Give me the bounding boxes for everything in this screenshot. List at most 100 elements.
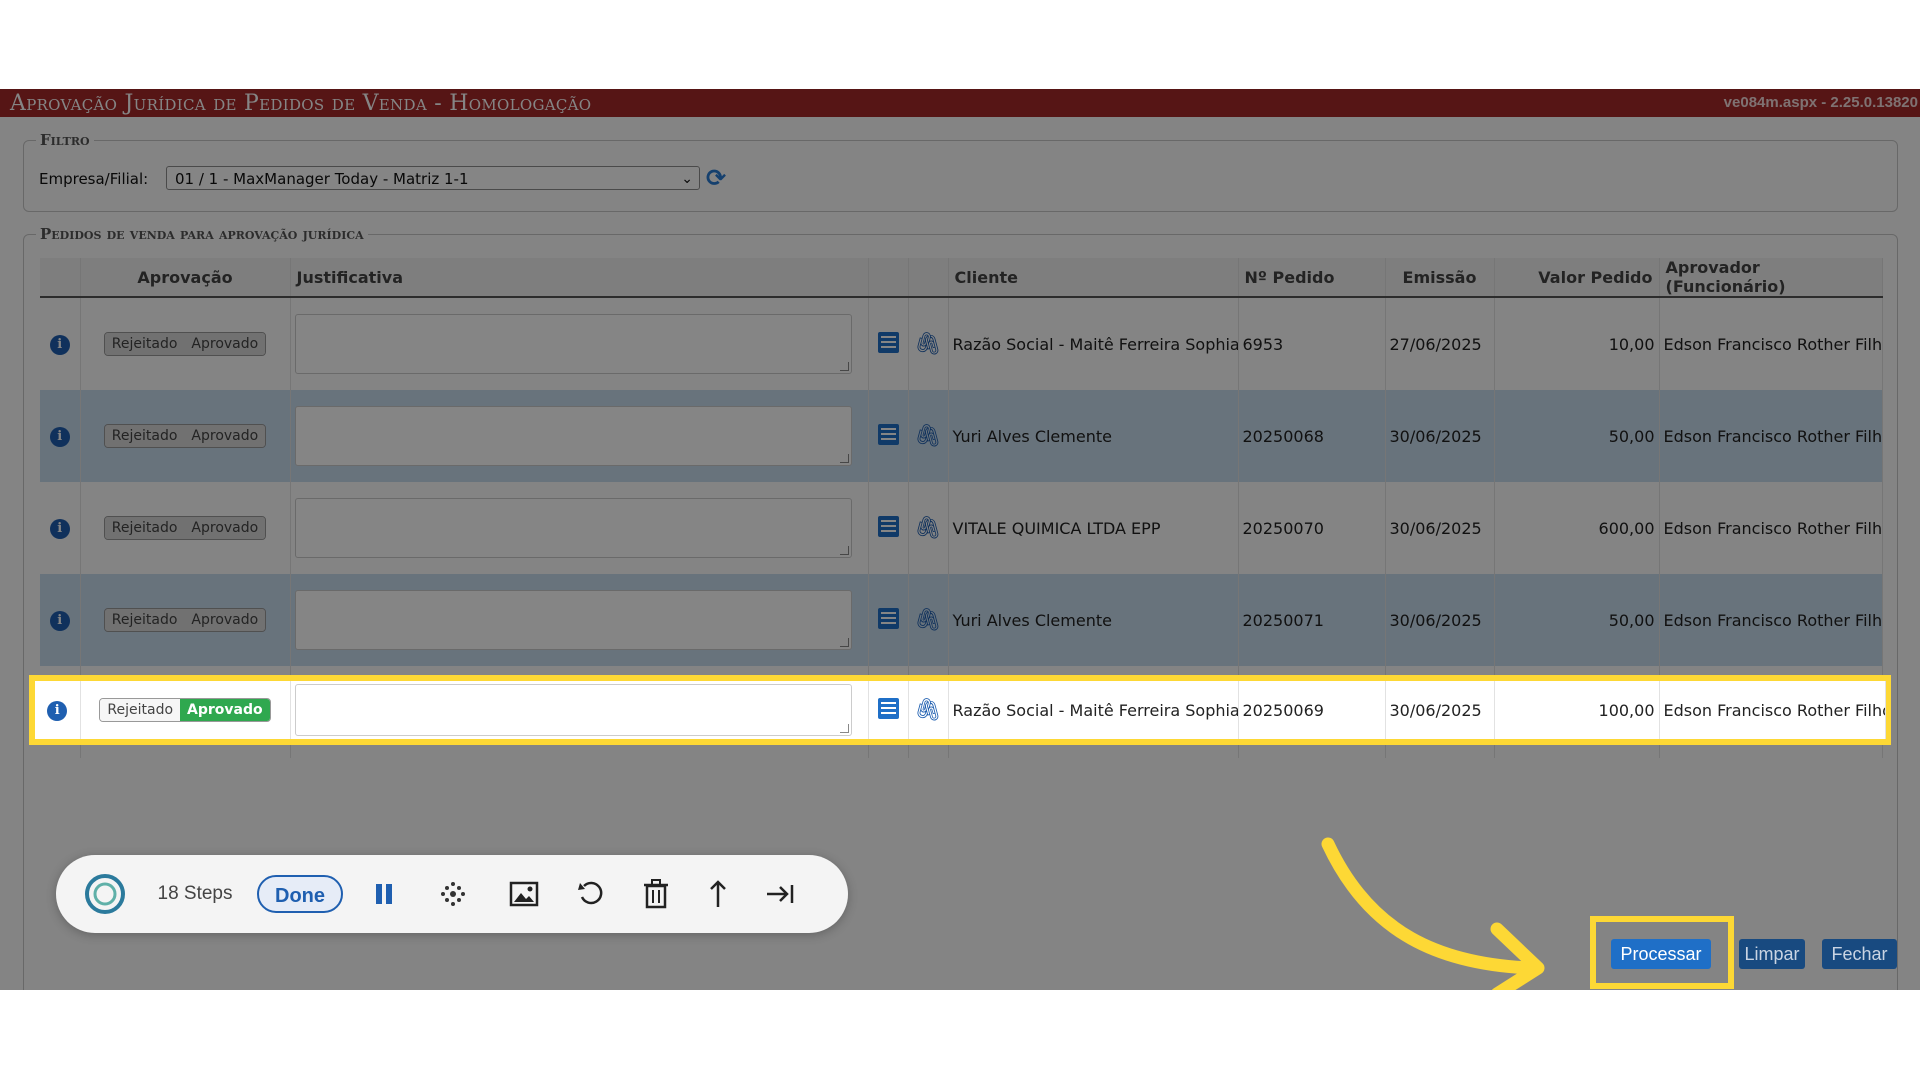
company-branch-value: 01 / 1 - MaxManager Today - Matriz 1-1 xyxy=(175,170,469,188)
table-row[interactable]: i Rejeitado Aprovado 🖇 Razão Social - Ma… xyxy=(40,297,1883,390)
col-header xyxy=(908,258,949,298)
reject-option[interactable]: Rejeitado xyxy=(104,333,185,355)
trash-icon[interactable] xyxy=(634,855,678,933)
approve-option[interactable]: Aprovado xyxy=(180,699,270,721)
table-row-selected[interactable]: i Rejeitado Aprovado 🖇 Razão Social - Ma… xyxy=(35,681,1886,739)
approval-cell: Rejeitado Aprovado xyxy=(80,390,291,482)
col-header xyxy=(40,258,81,298)
cliente-cell: Razão Social - Maitê Ferreira Sophia xyxy=(948,297,1239,390)
reject-option[interactable]: Rejeitado xyxy=(104,517,185,539)
info-icon[interactable]: i xyxy=(49,427,70,447)
valor-cell: 600,00 xyxy=(1494,482,1660,574)
justification-cell xyxy=(290,390,869,482)
justification-textarea[interactable] xyxy=(294,684,852,736)
aprovador-cell: Edson Francisco Rother Filho xyxy=(1659,390,1883,482)
valor-cell: 50,00 xyxy=(1494,390,1660,482)
recorder-toolbar: 18 Steps Done xyxy=(56,855,848,933)
processar-highlight-frame xyxy=(1590,916,1734,989)
info-icon[interactable]: i xyxy=(49,519,70,539)
info-icon[interactable]: i xyxy=(49,335,70,355)
col-header-emissao[interactable]: Emissão xyxy=(1385,258,1495,298)
detail-cell xyxy=(868,390,909,482)
attachment-cell: 🖇 xyxy=(908,681,949,739)
blur-icon[interactable] xyxy=(431,855,475,933)
steps-count: 18 Steps xyxy=(157,883,233,904)
image-icon[interactable] xyxy=(502,855,546,933)
reject-option[interactable]: Rejeitado xyxy=(104,609,185,631)
limpar-button[interactable]: Limpar xyxy=(1739,939,1805,969)
approve-option[interactable]: Aprovado xyxy=(184,425,266,447)
pedido-cell: 20250068 xyxy=(1238,390,1386,482)
attachment-cell: 🖇 xyxy=(908,297,949,390)
fechar-button[interactable]: Fechar xyxy=(1822,939,1897,969)
approval-toggle[interactable]: Rejeitado Aprovado xyxy=(103,516,267,540)
table-row[interactable]: i Rejeitado Aprovado 🖇 Yuri Alves Clemen… xyxy=(40,390,1883,482)
list-icon[interactable] xyxy=(877,331,899,353)
aprovador-cell: Edson Francisco Rother Filho xyxy=(1659,574,1883,666)
list-icon[interactable] xyxy=(877,697,899,719)
approval-toggle[interactable]: Rejeitado Aprovado xyxy=(99,698,271,722)
info-icon[interactable]: i xyxy=(49,611,70,631)
justification-cell xyxy=(290,681,869,739)
approval-toggle[interactable]: Rejeitado Aprovado xyxy=(103,332,267,356)
done-button[interactable]: Done xyxy=(257,875,343,913)
page-title: Aprovação Jurídica de Pedidos de Venda -… xyxy=(10,91,592,116)
highlighted-row-table: i Rejeitado Aprovado 🖇 Razão Social - Ma… xyxy=(35,681,1886,739)
approval-cell: Rejeitado Aprovado xyxy=(80,482,291,574)
justification-cell xyxy=(290,482,869,574)
table-header-row: Aprovação Justificativa Cliente Nº Pedid… xyxy=(40,258,1883,298)
valor-cell: 50,00 xyxy=(1494,574,1660,666)
paperclip-icon[interactable]: 🖇 xyxy=(914,332,942,357)
approval-toggle[interactable]: Rejeitado Aprovado xyxy=(103,608,267,632)
approve-option[interactable]: Aprovado xyxy=(184,517,266,539)
col-header-pedido[interactable]: Nº Pedido xyxy=(1238,258,1386,298)
pedido-cell: 20250069 xyxy=(1238,681,1386,739)
col-header-justificativa[interactable]: Justificativa xyxy=(290,258,869,298)
approval-cell: Rejeitado Aprovado xyxy=(80,681,291,739)
reject-option[interactable]: Rejeitado xyxy=(104,425,185,447)
paperclip-icon[interactable]: 🖇 xyxy=(914,698,942,723)
pause-icon[interactable] xyxy=(362,855,406,933)
justification-textarea[interactable] xyxy=(294,314,852,374)
share-icon[interactable] xyxy=(696,855,740,933)
list-icon[interactable] xyxy=(877,607,899,629)
emissao-cell: 27/06/2025 xyxy=(1385,297,1495,390)
detail-cell xyxy=(868,482,909,574)
undo-icon[interactable] xyxy=(569,855,613,933)
reject-option[interactable]: Rejeitado xyxy=(100,699,181,721)
arrow-annotation-icon xyxy=(1321,837,1545,990)
justification-textarea[interactable] xyxy=(294,406,852,466)
emissao-cell: 30/06/2025 xyxy=(1385,574,1495,666)
info-cell: i xyxy=(40,297,81,390)
table-row[interactable]: i Rejeitado Aprovado 🖇 VITALE QUIMICA LT… xyxy=(40,482,1883,574)
col-header-aprovador[interactable]: Aprovador (Funcionário) xyxy=(1659,258,1883,298)
list-icon[interactable] xyxy=(877,423,899,445)
attachment-cell: 🖇 xyxy=(908,390,949,482)
list-icon[interactable] xyxy=(877,515,899,537)
col-header-cliente[interactable]: Cliente xyxy=(948,258,1239,298)
justification-textarea[interactable] xyxy=(294,498,852,558)
pedido-cell: 20250071 xyxy=(1238,574,1386,666)
company-branch-label: Empresa/Filial: xyxy=(39,170,149,188)
skip-end-icon[interactable] xyxy=(758,855,802,933)
col-header-valor[interactable]: Valor Pedido xyxy=(1494,258,1660,298)
approve-option[interactable]: Aprovado xyxy=(184,609,266,631)
paperclip-icon[interactable]: 🖇 xyxy=(914,516,942,541)
paperclip-icon[interactable]: 🖇 xyxy=(914,424,942,449)
paperclip-icon[interactable]: 🖇 xyxy=(914,608,942,633)
approve-option[interactable]: Aprovado xyxy=(184,333,266,355)
approval-toggle[interactable]: Rejeitado Aprovado xyxy=(103,424,267,448)
refresh-icon[interactable]: ⟳ xyxy=(706,164,726,192)
app-window: Aprovação Jurídica de Pedidos de Venda -… xyxy=(0,89,1920,990)
info-icon[interactable]: i xyxy=(47,701,68,721)
col-header-aprovacao[interactable]: Aprovação xyxy=(80,258,291,298)
justification-textarea[interactable] xyxy=(294,590,852,650)
col-header xyxy=(868,258,909,298)
emissao-cell: 30/06/2025 xyxy=(1385,390,1495,482)
valor-cell: 100,00 xyxy=(1494,681,1660,739)
aprovador-cell: Edson Francisco Rother Filho xyxy=(1659,681,1886,739)
recorder-logo-icon xyxy=(81,855,129,933)
valor-cell: 10,00 xyxy=(1494,297,1660,390)
company-branch-select[interactable]: 01 / 1 - MaxManager Today - Matriz 1-1 ⌄ xyxy=(166,166,700,190)
table-row[interactable]: i Rejeitado Aprovado 🖇 Yuri Alves Clemen… xyxy=(40,574,1883,666)
